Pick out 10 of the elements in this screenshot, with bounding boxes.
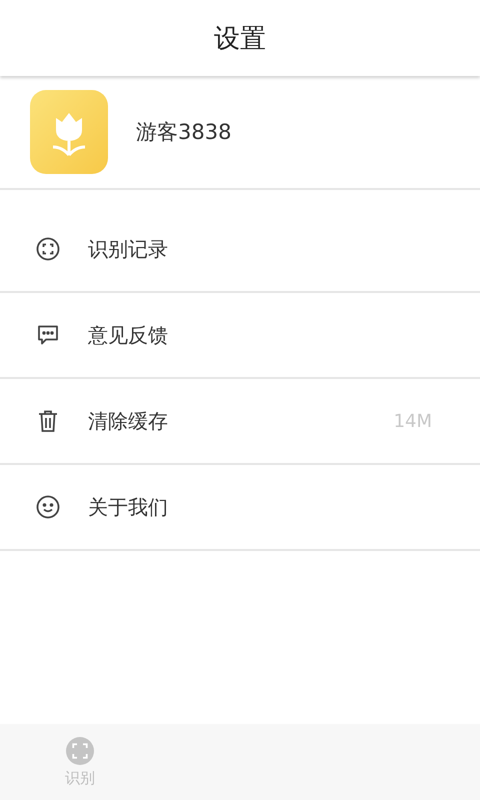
scan-icon [66,736,94,764]
user-name: 游客3838 [136,119,232,146]
settings-item[interactable]: 意见反馈 [0,293,480,379]
settings-item[interactable]: 识别记录 [0,207,480,293]
scan-icon [36,237,60,261]
settings-item[interactable]: 关于我们 [0,465,480,551]
chat-bubble-icon [36,323,60,347]
trash-icon [36,409,60,433]
page-title: 设置 [214,22,266,56]
smiley-icon [36,495,60,519]
